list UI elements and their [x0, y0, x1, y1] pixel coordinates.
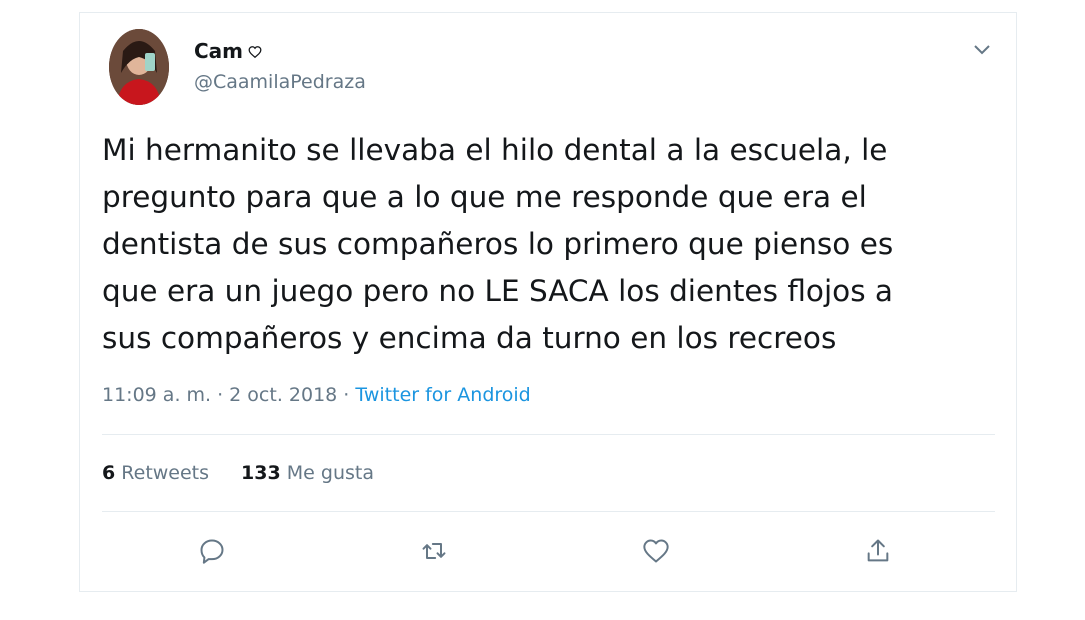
retweets-count: 6	[102, 462, 116, 484]
likes-stat[interactable]: 133 Me gusta	[241, 462, 374, 484]
share-icon[interactable]	[858, 531, 898, 571]
avatar[interactable]	[109, 29, 169, 105]
tweet-card: Cam @CaamilaPedraza Mi hermanito se llev…	[79, 12, 1017, 592]
retweets-stat[interactable]: 6 Retweets	[102, 462, 209, 484]
author-name[interactable]: Cam	[194, 39, 243, 63]
tweet-source[interactable]: Twitter for Android	[355, 384, 530, 406]
retweets-label: Retweets	[121, 462, 210, 484]
likes-count: 133	[241, 462, 281, 484]
like-icon[interactable]	[636, 531, 676, 571]
tweet-meta: 11:09 a. m. · 2 oct. 2018 · Twitter for …	[102, 384, 531, 406]
heart-icon	[248, 44, 262, 59]
tweet-text: Mi hermanito se llevaba el hilo dental a…	[102, 133, 894, 355]
likes-label: Me gusta	[286, 462, 374, 484]
tweet-timestamp[interactable]: 11:09 a. m. · 2 oct. 2018 ·	[102, 384, 355, 406]
retweet-icon[interactable]	[414, 531, 454, 571]
tweet-actions	[102, 531, 995, 573]
divider	[102, 434, 995, 435]
author-handle[interactable]: @CaamilaPedraza	[194, 71, 366, 93]
divider	[102, 511, 995, 512]
tweet-stats: 6 Retweets 133 Me gusta	[102, 462, 374, 484]
author-name-row: Cam	[194, 39, 262, 63]
reply-icon[interactable]	[192, 531, 232, 571]
chevron-down-icon[interactable]	[972, 39, 992, 59]
